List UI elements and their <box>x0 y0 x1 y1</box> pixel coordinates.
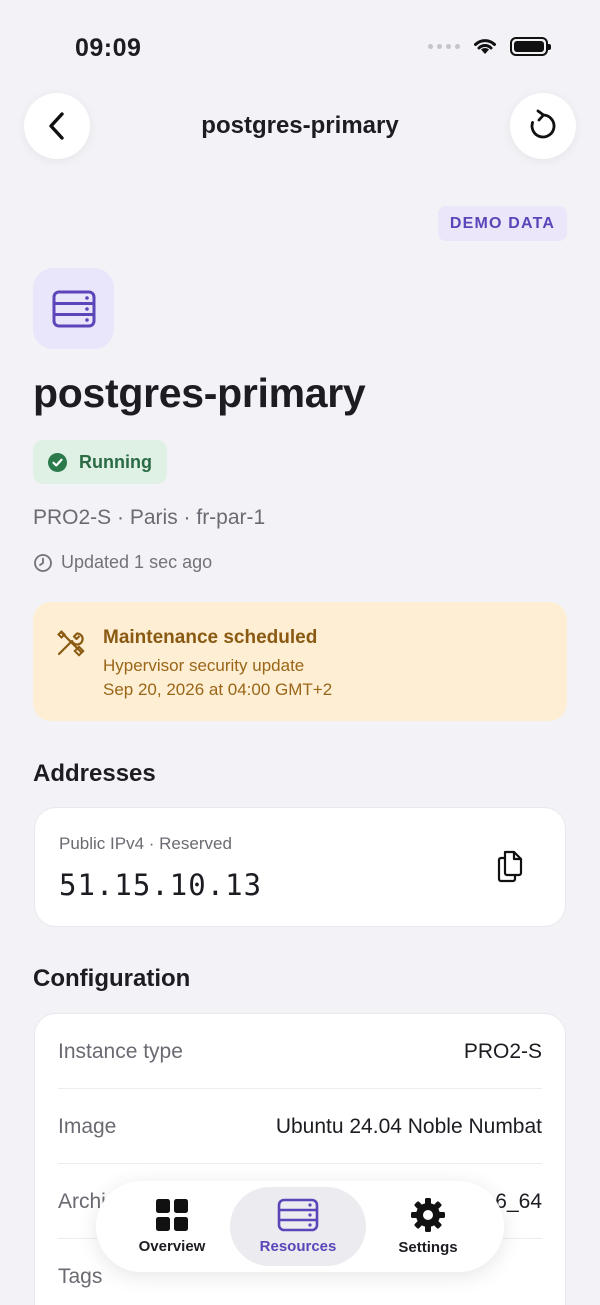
tab-bar: Overview Resources Settings <box>96 1181 504 1272</box>
config-key: Image <box>58 1114 117 1138</box>
copy-button[interactable] <box>493 846 527 886</box>
instance-meta: PRO2-S · Paris · fr-par-1 <box>33 506 266 529</box>
address-card: Public IPv4 · Reserved 51.15.10.13 <box>34 807 566 927</box>
status-bar: 09:09 <box>0 0 600 96</box>
config-key: Tags <box>58 1264 103 1288</box>
maintenance-banner: Maintenance scheduled Hypervisor securit… <box>33 602 567 721</box>
check-circle-icon <box>48 452 67 472</box>
updated-text: Updated 1 sec ago <box>61 552 213 572</box>
ip-address-value: 51.15.10.13 <box>59 868 263 902</box>
config-row-instance-type: Instance type PRO2-S <box>58 1014 542 1089</box>
updated-timestamp: Updated 1 sec ago <box>33 552 212 573</box>
tools-icon <box>57 630 85 657</box>
maintenance-date: Sep 20, 2026 at 04:00 GMT+2 <box>103 680 333 699</box>
grid-icon <box>156 1199 188 1231</box>
configuration-section-title: Configuration <box>33 965 191 992</box>
tab-label: Settings <box>398 1239 458 1256</box>
address-label: Public IPv4 · Reserved <box>59 834 232 853</box>
maintenance-title: Maintenance scheduled <box>103 627 318 648</box>
config-value: Ubuntu 24.04 Noble Numbat <box>275 1114 542 1138</box>
demo-data-badge: DEMO DATA <box>438 206 567 241</box>
refresh-icon <box>530 109 556 139</box>
status-time: 09:09 <box>75 34 142 62</box>
server-icon <box>33 268 114 349</box>
status-label: Running <box>79 451 152 472</box>
config-key: Instance type <box>58 1039 183 1063</box>
status-icons <box>428 36 551 56</box>
tab-resources[interactable]: Resources <box>230 1187 366 1266</box>
tab-settings[interactable]: Settings <box>360 1187 496 1266</box>
config-value: 6_64 <box>495 1189 542 1213</box>
page-title: postgres-primary <box>33 370 366 416</box>
tab-label: Resources <box>259 1238 337 1255</box>
addresses-section-title: Addresses <box>33 760 156 787</box>
maintenance-description: Hypervisor security update <box>103 656 305 675</box>
refresh-button[interactable] <box>510 93 576 159</box>
clock-icon <box>34 553 52 572</box>
cellular-signal-icon <box>428 43 460 49</box>
config-row-image: Image Ubuntu 24.04 Noble Numbat <box>58 1089 542 1164</box>
battery-icon <box>510 36 551 56</box>
tab-label: Overview <box>138 1238 206 1255</box>
gear-icon <box>411 1198 445 1232</box>
status-badge: Running <box>33 440 167 484</box>
config-value: PRO2-S <box>463 1039 542 1063</box>
server-icon <box>277 1198 319 1232</box>
wifi-icon <box>474 39 496 54</box>
tab-overview[interactable]: Overview <box>104 1187 240 1266</box>
copy-icon <box>497 850 523 883</box>
